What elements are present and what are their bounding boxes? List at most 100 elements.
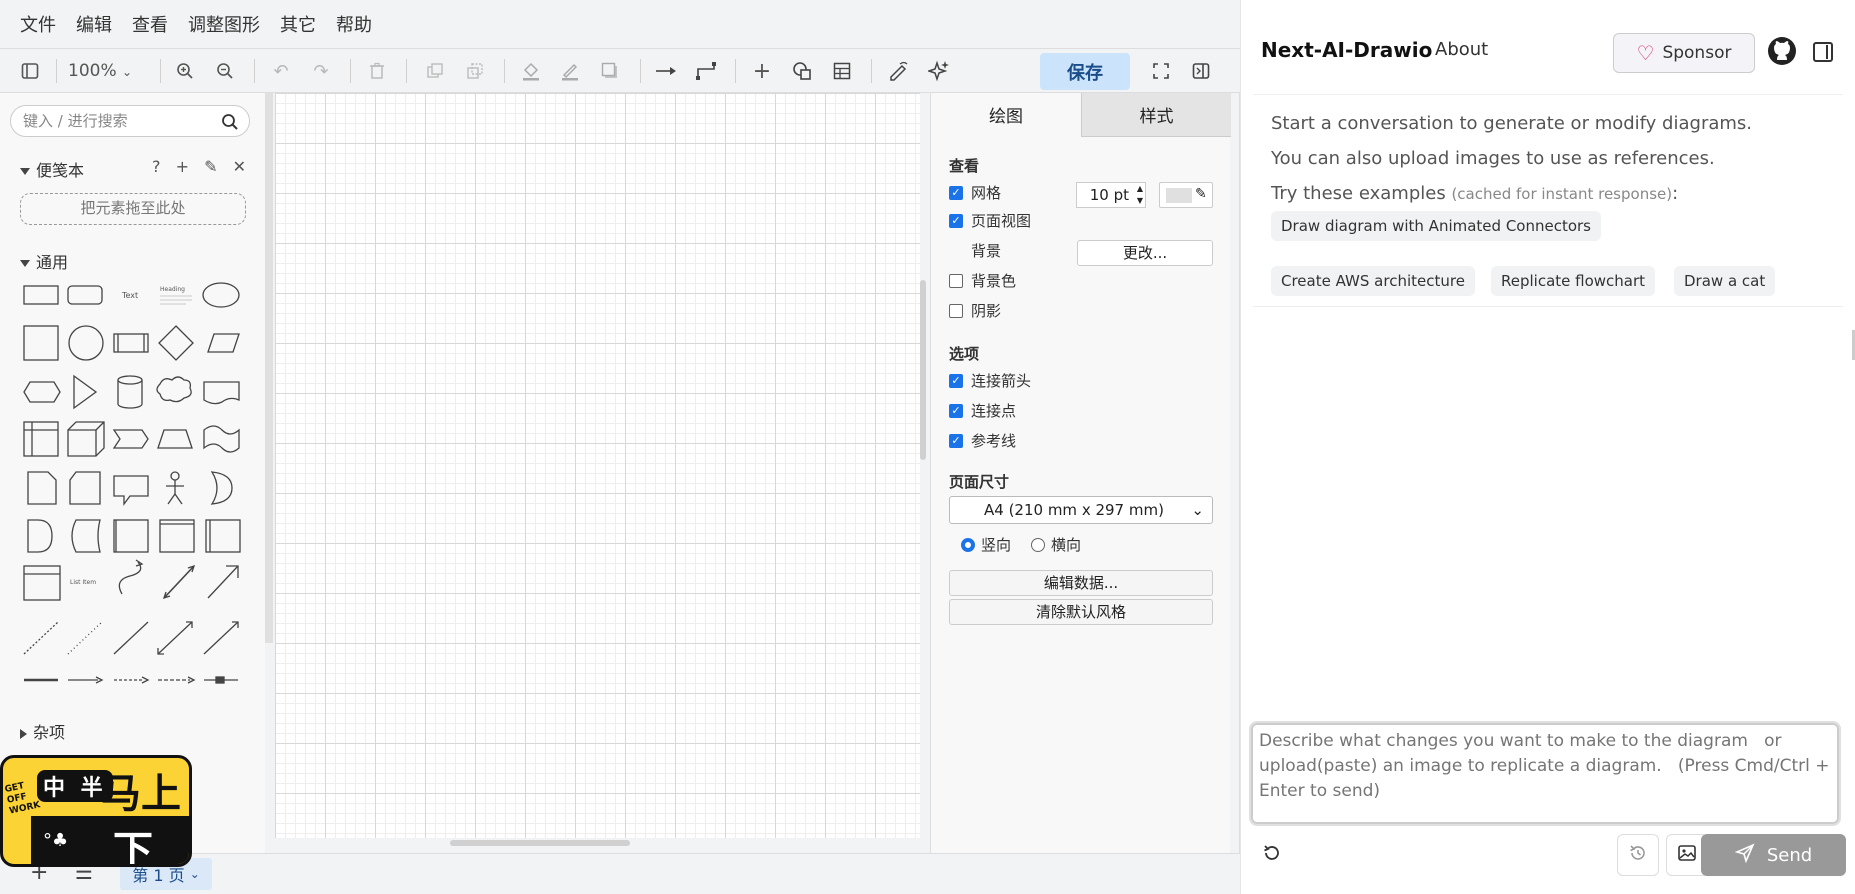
image-icon [1677,843,1697,867]
shape-palette[interactable]: Text Heading List Item [18,276,248,686]
shadow-checkbox[interactable]: 阴影 [949,300,1001,321]
shape-search-input[interactable]: 键入 / 进行搜索 [10,105,250,137]
insert-icon[interactable]: + [748,57,776,85]
app-brand: Next-AI-Drawio [1261,38,1433,62]
to-back-icon[interactable] [461,57,489,85]
pageview-checkbox[interactable]: ✓ 页面视图 [949,210,1031,231]
bgcolor-checkbox[interactable]: 背景色 [949,270,1016,291]
landscape-radio[interactable]: 横向 [1031,534,1081,555]
radio-selected-icon [961,537,975,552]
shapes-icon[interactable] [788,57,816,85]
zoom-in-icon[interactable] [171,57,199,85]
general-title: 通用 [36,253,69,272]
intro-examples-label: Try these examples [1271,183,1446,204]
fill-color-icon[interactable] [517,57,545,85]
redo-icon[interactable]: ↷ [307,57,335,85]
shape-ellipse [202,282,240,308]
chevron-down-icon: ⌄ [122,65,133,79]
misc-header[interactable]: 杂项 [20,719,65,743]
grid-color-button[interactable]: ✎ [1159,182,1213,208]
shape-moon [210,471,233,505]
save-button[interactable]: 保存 [1040,53,1130,90]
history-button[interactable] [1617,834,1659,876]
tab-diagram[interactable]: 绘图 [931,93,1081,137]
shape-document [203,381,240,405]
search-placeholder: 键入 / 进行搜索 [23,112,128,130]
example-replicate-flowchart[interactable]: Replicate flowchart [1491,266,1656,296]
landscape-label: 横向 [1051,536,1082,554]
checkbox-checked-icon: ✓ [949,373,963,388]
grid-size-input[interactable]: 10 pt ▲ ▼ [1076,182,1146,208]
freehand-icon[interactable] [885,57,913,85]
guides-checkbox[interactable]: ✓ 参考线 [949,430,1016,451]
chat-input[interactable] [1249,721,1841,826]
menu-extras[interactable]: 其它 [280,11,316,37]
connection-points-checkbox[interactable]: ✓ 连接点 [949,400,1016,421]
line-color-icon[interactable] [556,57,584,85]
shape-rectangle [23,285,59,305]
table-icon[interactable] [828,57,856,85]
pagesize-select[interactable]: A4 (210 mm x 297 mm) ⌄ [949,496,1213,524]
tab-style[interactable]: 样式 [1081,93,1231,137]
edit-data-button[interactable]: 编辑数据... [949,570,1213,596]
divider [1253,306,1843,307]
checkbox-checked-icon: ✓ [949,403,963,418]
scratchpad-header[interactable]: 便笺本 [20,157,84,181]
divider [1253,94,1843,95]
collapse-panel-icon[interactable] [1813,42,1833,62]
portrait-radio[interactable]: 竖向 [961,534,1011,555]
clear-default-style-button[interactable]: 清除默认风格 [949,599,1213,625]
checkbox-checked-icon: ✓ [949,185,963,200]
toolbar-separator [504,59,505,83]
conn-points-label: 连接点 [971,402,1017,420]
grid-checkbox[interactable]: ✓ 网格 [949,182,1001,203]
shadow-icon[interactable] [596,57,624,85]
sidebar-scrollbar[interactable] [265,93,273,643]
delete-icon[interactable] [363,57,391,85]
to-front-icon[interactable] [421,57,449,85]
format-panel-icon[interactable] [16,57,44,85]
menu-arrange[interactable]: 调整图形 [188,11,260,37]
reset-chat-button[interactable] [1251,834,1293,876]
sponsor-button[interactable]: ♡ Sponsor [1613,33,1755,73]
canvas-vertical-scrollbar[interactable] [920,280,926,460]
toggle-format-panel-icon[interactable] [1187,57,1215,85]
shape-rounded-rectangle [67,285,103,305]
checkbox-unchecked-icon [949,273,963,288]
drawio-editor: 文件 编辑 查看 调整图形 其它 帮助 100% ⌄ ↶ ↷ + 保存 键入 /… [0,0,1240,894]
about-link[interactable]: About [1435,39,1488,60]
ai-sparkle-icon[interactable] [925,57,953,85]
fullscreen-icon[interactable] [1147,57,1175,85]
menu-edit[interactable]: 编辑 [76,11,112,37]
intro-colon: : [1672,183,1679,204]
example-animated-connectors[interactable]: Draw diagram with Animated Connectors [1271,211,1601,241]
waypoints-icon[interactable] [692,57,720,85]
pagesize-value: A4 (210 mm x 297 mm) [984,501,1164,519]
zoom-select[interactable]: 100% ⌄ [68,61,132,81]
stepper-icon[interactable]: ▲ ▼ [1137,183,1143,207]
shape-curve [118,561,142,595]
bgcolor-label: 背景色 [971,272,1017,290]
scratchpad-dropzone[interactable]: 把元素拖至此处 [20,193,246,225]
example-draw-cat[interactable]: Draw a cat [1674,266,1776,296]
connection-icon[interactable] [652,57,680,85]
example-aws-architecture[interactable]: Create AWS architecture [1271,266,1475,296]
shape-tape [203,425,240,453]
change-background-button[interactable]: 更改... [1077,240,1213,266]
menu-file[interactable]: 文件 [20,11,56,37]
undo-icon[interactable]: ↶ [267,57,295,85]
github-icon[interactable] [1767,36,1797,66]
zoom-out-icon[interactable] [211,57,239,85]
connection-arrows-checkbox[interactable]: ✓ 连接箭头 [949,370,1031,391]
menu-view[interactable]: 查看 [132,11,168,37]
menu-help[interactable]: 帮助 [336,11,372,37]
general-header[interactable]: 通用 [20,249,68,273]
diagram-canvas[interactable] [275,93,920,838]
conn-arrows-label: 连接箭头 [971,372,1032,390]
intro-line-2: You can also upload images to use as ref… [1271,148,1715,169]
scratchpad-actions[interactable]: ? + ✎ ✕ [152,157,246,176]
canvas-horizontal-scrollbar[interactable] [450,840,630,846]
grid-label: 网格 [971,184,1002,202]
send-button[interactable]: Send [1701,834,1846,876]
sponsor-label: Sponsor [1662,43,1732,63]
